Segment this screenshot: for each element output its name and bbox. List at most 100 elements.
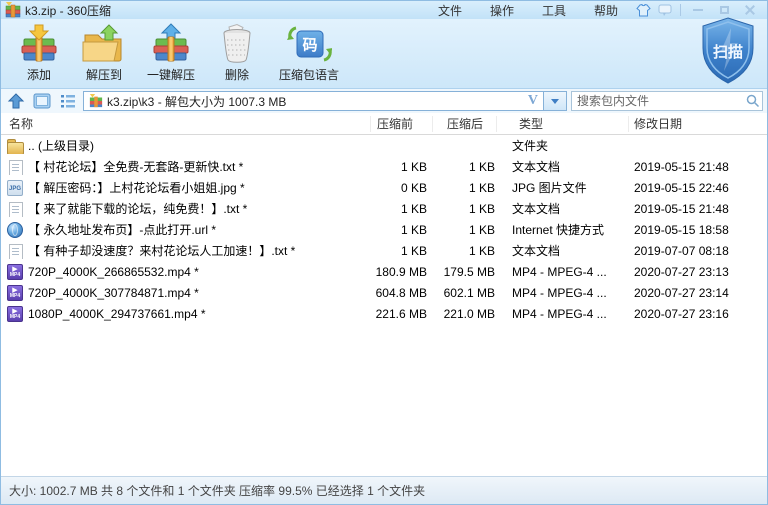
status-bar: 大小: 1002.7 MB 共 8 个文件和 1 个文件夹 压缩率 99.5% … — [1, 476, 767, 504]
delete-button[interactable]: 删除 — [205, 21, 269, 85]
titlebar-separator — [680, 4, 681, 16]
table-row[interactable]: 【 解压密码：】上村花论坛看小姐姐.jpg * 0 KB 1 KB JPG 图片… — [1, 177, 767, 198]
file-name: 【 解压密码：】上村花论坛看小姐姐.jpg * — [28, 179, 245, 196]
icon-view-button[interactable] — [31, 91, 53, 111]
size-before: 1 KB — [371, 202, 433, 216]
size-after: 1 KB — [433, 160, 497, 174]
menu-tools[interactable]: 工具 — [542, 2, 566, 19]
app-window: k3.zip - 360压缩 文件 操作 工具 帮助 — [0, 0, 768, 505]
archive-language-icon: 码 — [286, 23, 332, 65]
path-dropdown-button[interactable] — [543, 91, 567, 111]
file-type: MP4 - MPEG-4 ... — [497, 265, 629, 279]
column-header-row: 名称 压缩前 压缩后 类型 修改日期 — [1, 113, 767, 135]
file-date: 2019-05-15 21:48 — [629, 202, 767, 216]
column-header-size-before[interactable]: 压缩前 — [371, 116, 433, 132]
delete-label: 删除 — [225, 66, 249, 83]
file-icon — [7, 138, 23, 154]
table-row[interactable]: 720P_4000K_307784871.mp4 * 604.8 MB 602.… — [1, 282, 767, 303]
file-date: 2020-07-27 23:13 — [629, 265, 767, 279]
file-icon — [7, 201, 23, 217]
table-row[interactable]: 1080P_4000K_294737661.mp4 * 221.6 MB 221… — [1, 303, 767, 324]
column-header-size-after[interactable]: 压缩后 — [433, 116, 497, 132]
file-type: MP4 - MPEG-4 ... — [497, 286, 629, 300]
file-name: 720P_4000K_266865532.mp4 * — [28, 265, 199, 279]
extract-to-button[interactable]: 解压到 — [71, 21, 137, 85]
icon-view-icon — [32, 91, 52, 111]
one-click-extract-label: 一键解压 — [147, 66, 195, 83]
menu-operation[interactable]: 操作 — [490, 2, 514, 19]
maximize-icon — [720, 6, 729, 14]
status-text: 大小: 1002.7 MB 共 8 个文件和 1 个文件夹 压缩率 99.5% … — [9, 482, 425, 499]
table-row[interactable]: 【 有种子却没速度？来村花论坛人工加速！】.txt * 1 KB 1 KB 文本… — [1, 240, 767, 261]
archive-add-icon — [17, 23, 61, 65]
column-header-name[interactable]: 名称 — [1, 116, 371, 132]
size-before: 1 KB — [371, 223, 433, 237]
empty-list-area — [1, 324, 767, 476]
menu-help[interactable]: 帮助 — [594, 2, 618, 19]
table-row[interactable]: 【 来了就能下载的论坛，纯免费！】.txt * 1 KB 1 KB 文本文档 2… — [1, 198, 767, 219]
file-name: 【 来了就能下载的论坛，纯免费！】.txt * — [28, 200, 247, 217]
size-before: 221.6 MB — [371, 307, 433, 321]
size-before: 1 KB — [371, 244, 433, 258]
up-level-button[interactable] — [5, 91, 27, 111]
archive-file-icon — [89, 94, 103, 108]
one-click-extract-button[interactable]: 一键解压 — [137, 21, 205, 85]
window-title: k3.zip - 360压缩 — [25, 2, 111, 19]
column-header-type[interactable]: 类型 — [497, 116, 629, 132]
search-box — [571, 91, 763, 111]
title-bar: k3.zip - 360压缩 文件 操作 工具 帮助 — [1, 1, 767, 19]
trash-icon — [215, 23, 259, 65]
up-arrow-icon — [6, 91, 26, 111]
size-before: 1 KB — [371, 160, 433, 174]
size-before: 0 KB — [371, 181, 433, 195]
menu-file[interactable]: 文件 — [438, 2, 462, 19]
path-field[interactable]: k3.zip\k3 - 解包大小为 1007.3 MB V — [83, 91, 543, 111]
path-combobox[interactable]: k3.zip\k3 - 解包大小为 1007.3 MB V — [83, 91, 567, 111]
close-icon — [745, 5, 755, 15]
file-name: .. (上级目录) — [28, 137, 94, 154]
size-after: 1 KB — [433, 202, 497, 216]
minimize-icon — [693, 9, 703, 11]
skin-icon[interactable] — [632, 2, 654, 18]
table-row[interactable]: 【 村花论坛】全免费-无套路-更新快.txt * 1 KB 1 KB 文本文档 … — [1, 156, 767, 177]
file-type: JPG 图片文件 — [497, 179, 629, 196]
app-archive-icon — [5, 2, 21, 18]
table-row[interactable]: 【 永久地址发布页】-点此打开.url * 1 KB 1 KB Internet… — [1, 219, 767, 240]
file-icon — [7, 285, 23, 301]
file-name: 【 村花论坛】全免费-无套路-更新快.txt * — [28, 158, 243, 175]
add-button[interactable]: 添加 — [7, 21, 71, 85]
search-input[interactable] — [571, 91, 763, 111]
archive-language-button[interactable]: 码 压缩包语言 — [269, 21, 349, 85]
file-date: 2019-05-15 21:48 — [629, 160, 767, 174]
toolbar: 添加 解压到 一键解压 — [1, 19, 767, 89]
size-after: 1 KB — [433, 244, 497, 258]
file-rows: .. (上级目录) 文件夹 【 村花论坛】全免费-无套路-更新快.txt * 1… — [1, 135, 767, 324]
size-after: 179.5 MB — [433, 265, 497, 279]
vip-watermark: V — [528, 93, 538, 109]
list-view-icon — [58, 91, 78, 111]
size-after: 1 KB — [433, 181, 497, 195]
size-after: 602.1 MB — [433, 286, 497, 300]
column-header-date[interactable]: 修改日期 — [629, 116, 767, 132]
size-before: 180.9 MB — [371, 265, 433, 279]
list-view-button[interactable] — [57, 91, 79, 111]
file-icon — [7, 264, 23, 280]
file-list-panel: 名称 压缩前 压缩后 类型 修改日期 .. (上级目录) 文件夹 — [1, 113, 767, 476]
file-name: 【 永久地址发布页】-点此打开.url * — [28, 221, 216, 238]
table-row[interactable]: 720P_4000K_266865532.mp4 * 180.9 MB 179.… — [1, 261, 767, 282]
file-icon — [7, 222, 23, 238]
extract-to-label: 解压到 — [86, 66, 122, 83]
file-icon — [7, 306, 23, 322]
feedback-icon[interactable] — [654, 2, 676, 18]
scan-shield-icon: 扫描 — [697, 15, 759, 87]
file-name: 【 有种子却没速度？来村花论坛人工加速！】.txt * — [28, 242, 295, 259]
archive-extract-icon — [149, 23, 193, 65]
file-name: 1080P_4000K_294737661.mp4 * — [28, 307, 206, 321]
scan-button[interactable]: 扫描 — [697, 15, 759, 87]
archive-language-label: 压缩包语言 — [279, 66, 339, 83]
search-icon — [746, 94, 760, 108]
table-row[interactable]: .. (上级目录) 文件夹 — [1, 135, 767, 156]
menu-bar: 文件 操作 工具 帮助 — [438, 2, 618, 19]
file-type: 文本文档 — [497, 242, 629, 259]
chevron-down-icon — [551, 99, 559, 104]
